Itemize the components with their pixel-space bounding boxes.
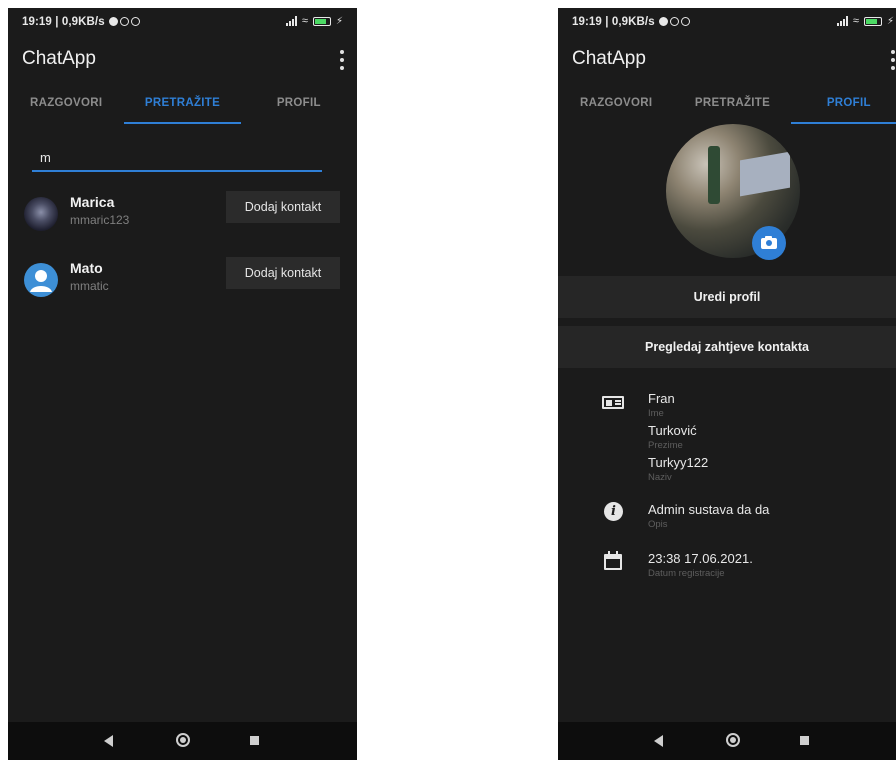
system-nav-bar bbox=[558, 722, 896, 760]
tab-pretrazite[interactable]: PRETRAŽITE bbox=[124, 88, 241, 126]
description-value: Admin sustava da da bbox=[648, 502, 770, 517]
calendar-icon bbox=[602, 551, 624, 573]
notification-icons bbox=[107, 16, 140, 28]
notification-icon bbox=[680, 17, 690, 26]
status-bar: 19:19 | 0,9KB/s ≈ ⚡ bbox=[558, 8, 896, 36]
contact-username: mmatic bbox=[70, 279, 109, 293]
signal-icon bbox=[285, 16, 297, 26]
last-name-value: Turković bbox=[648, 423, 697, 438]
charging-icon: ⚡ bbox=[886, 15, 894, 27]
status-bar: 19:19 | 0,9KB/s ≈ ⚡ bbox=[8, 8, 357, 36]
tab-profil[interactable]: PROFIL bbox=[241, 88, 357, 126]
first-name-value: Fran bbox=[648, 391, 675, 406]
notification-icon bbox=[669, 17, 679, 26]
nickname-value: Turkyy122 bbox=[648, 455, 709, 470]
tab-bar: RAZGOVORI PRETRAŽITE PROFIL bbox=[8, 88, 357, 126]
recent-apps-icon[interactable] bbox=[250, 736, 259, 745]
charging-icon: ⚡ bbox=[335, 15, 343, 27]
back-icon[interactable] bbox=[654, 735, 663, 747]
wifi-icon: ≈ bbox=[301, 15, 308, 27]
description-label: Opis bbox=[648, 519, 668, 530]
status-right: ≈ ⚡ bbox=[285, 15, 343, 27]
status-time-text: 19:19 | 0,9KB/s bbox=[22, 16, 105, 28]
search-input[interactable]: m bbox=[32, 148, 322, 172]
last-name-label: Prezime bbox=[648, 440, 683, 451]
info-icon: i bbox=[602, 501, 624, 523]
signal-icon bbox=[836, 16, 848, 26]
notification-icon bbox=[130, 17, 140, 26]
contact-name: Mato bbox=[70, 260, 103, 276]
contact-name: Marica bbox=[70, 194, 115, 210]
app-title: ChatApp bbox=[22, 48, 96, 69]
id-card-icon bbox=[602, 392, 624, 414]
app-bar: ChatApp bbox=[8, 42, 357, 80]
tab-pretrazite[interactable]: PRETRAŽITE bbox=[674, 88, 790, 126]
photo-detail bbox=[708, 146, 720, 204]
status-right: ≈ ⚡ bbox=[836, 15, 894, 27]
back-icon[interactable] bbox=[104, 735, 113, 747]
search-query: m bbox=[40, 150, 51, 165]
notification-icon bbox=[658, 17, 668, 26]
list-item: Mato mmatic Dodaj kontakt bbox=[8, 253, 357, 303]
home-icon[interactable] bbox=[726, 733, 740, 747]
app-bar: ChatApp bbox=[558, 42, 896, 80]
home-icon[interactable] bbox=[176, 733, 190, 747]
person-icon bbox=[24, 263, 58, 297]
edit-profile-button[interactable]: Uredi profil bbox=[558, 276, 896, 318]
notification-icon bbox=[119, 17, 129, 26]
system-nav-bar bbox=[8, 722, 357, 760]
status-time: 19:19 | 0,9KB/s bbox=[572, 16, 690, 28]
nickname-label: Naziv bbox=[648, 472, 672, 483]
status-time: 19:19 | 0,9KB/s bbox=[22, 16, 140, 28]
notification-icons bbox=[657, 16, 690, 28]
tab-profil[interactable]: PROFIL bbox=[790, 88, 896, 126]
photo-detail bbox=[740, 151, 790, 197]
more-options-icon[interactable] bbox=[339, 50, 345, 70]
camera-icon[interactable] bbox=[752, 226, 786, 260]
registration-date-label: Datum registracije bbox=[648, 568, 725, 579]
list-item: Marica mmaric123 Dodaj kontakt bbox=[8, 187, 357, 237]
view-contact-requests-button[interactable]: Pregledaj zahtjeve kontakta bbox=[558, 326, 896, 368]
profile-screen: 19:19 | 0,9KB/s ≈ ⚡ ChatApp RAZGOVORI PR… bbox=[558, 8, 896, 760]
first-name-label: Ime bbox=[648, 408, 664, 419]
recent-apps-icon[interactable] bbox=[800, 736, 809, 745]
notification-icon bbox=[108, 17, 118, 26]
battery-icon bbox=[312, 16, 331, 26]
tab-bar: RAZGOVORI PRETRAŽITE PROFIL bbox=[558, 88, 896, 126]
contact-username: mmaric123 bbox=[70, 213, 130, 227]
battery-icon bbox=[863, 16, 882, 26]
avatar bbox=[24, 197, 58, 231]
tab-razgovori[interactable]: RAZGOVORI bbox=[8, 88, 124, 126]
registration-date-value: 23:38 17.06.2021. bbox=[648, 551, 753, 566]
wifi-icon: ≈ bbox=[852, 15, 859, 27]
add-contact-button[interactable]: Dodaj kontakt bbox=[226, 257, 340, 289]
tab-razgovori[interactable]: RAZGOVORI bbox=[558, 88, 674, 126]
add-contact-button[interactable]: Dodaj kontakt bbox=[226, 191, 340, 223]
status-time-text: 19:19 | 0,9KB/s bbox=[572, 16, 655, 28]
app-title: ChatApp bbox=[572, 48, 646, 69]
search-screen: 19:19 | 0,9KB/s ≈ ⚡ ChatApp RAZGOVORI PR… bbox=[8, 8, 357, 760]
more-options-icon[interactable] bbox=[890, 50, 896, 70]
